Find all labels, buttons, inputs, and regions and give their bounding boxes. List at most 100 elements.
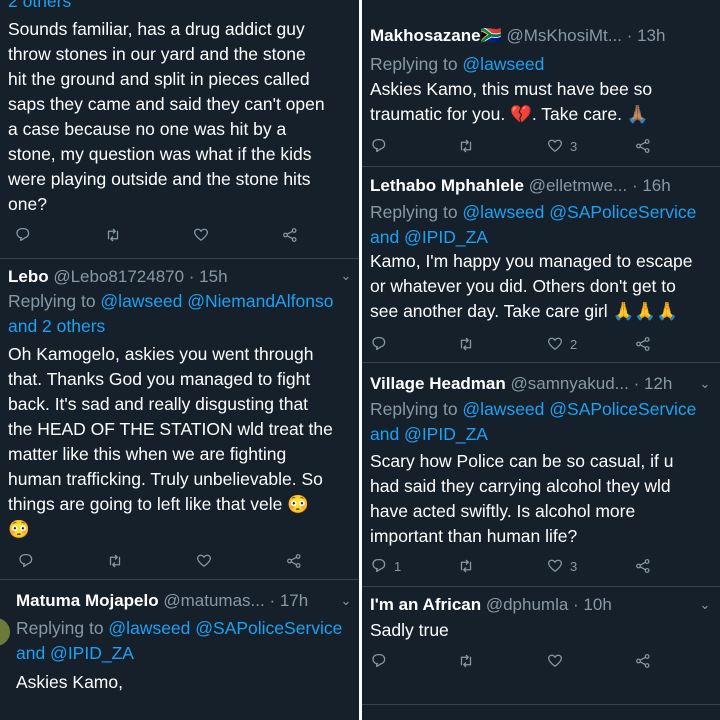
mention-link[interactable]: and @IPID_ZA	[16, 643, 134, 663]
share-button[interactable]	[634, 134, 652, 158]
tweet-actions	[0, 549, 359, 573]
tweet[interactable]: Lethabo Mphahlele @elletmwe... · 16h Rep…	[362, 167, 720, 362]
timestamp[interactable]: · 17h	[269, 591, 308, 610]
user-handle[interactable]: @Lebo81724870	[53, 267, 184, 286]
mention-link[interactable]: @lawseed @SAPoliceService	[108, 618, 342, 638]
share-button[interactable]	[281, 223, 299, 247]
tweet-header: Village Headman @samnyakud... · 12h	[370, 372, 692, 396]
mention-link[interactable]: and @IPID_ZA	[370, 227, 488, 247]
tweet[interactable]: I'm an African @dphumla · 10h ⌄ Sadly tr…	[362, 587, 720, 720]
like-button[interactable]	[192, 223, 210, 247]
like-button[interactable]	[195, 549, 213, 573]
retweet-icon	[460, 337, 472, 351]
reply-icon	[372, 653, 386, 668]
tweet[interactable]: Lebo @Lebo81724870 · 15h ⌄ Replying to @…	[0, 259, 359, 579]
share-icon	[636, 139, 650, 153]
display-name[interactable]: Lethabo Mphahlele	[370, 176, 524, 195]
share-button[interactable]	[634, 332, 652, 356]
retweet-icon	[460, 654, 472, 668]
reply-button[interactable]: 1	[370, 554, 401, 578]
reply-icon	[372, 558, 386, 573]
retweet-button[interactable]	[457, 332, 475, 356]
share-icon	[636, 559, 650, 573]
like-count: 3	[570, 138, 578, 154]
timestamp[interactable]: · 16h	[632, 176, 671, 195]
user-handle[interactable]: @matumas...	[163, 591, 264, 610]
tweet-header: Lethabo Mphahlele @elletmwe... · 16h	[370, 174, 708, 198]
tweet-text: Kamo, I'm happy you managed to escape or…	[370, 251, 693, 321]
reply-icon	[372, 336, 386, 351]
replying-to: Replying to @lawseed @SAPoliceService an…	[370, 202, 697, 247]
display-name[interactable]: Lebo	[8, 267, 49, 286]
like-button[interactable]: 2	[546, 332, 577, 356]
tweet-text: Oh Kamogelo, askies you went through tha…	[8, 344, 333, 539]
user-handle[interactable]: @MsKhosiMt...	[506, 26, 622, 45]
reply-button[interactable]	[14, 223, 32, 247]
display-name[interactable]: Makhosazane🇿🇦	[370, 26, 502, 45]
mention-link[interactable]: @lawseed @NiemandAlfonso	[100, 291, 333, 311]
like-button[interactable]: 3	[546, 554, 577, 578]
tweet[interactable]: Sounds familiar, has a drug addict guy t…	[0, 0, 359, 258]
mention-link[interactable]: @lawseed	[462, 54, 544, 74]
display-name[interactable]: Matuma Mojapelo	[16, 591, 159, 610]
share-icon	[636, 337, 650, 351]
display-name[interactable]: Village Headman	[370, 374, 506, 393]
timestamp[interactable]: · 10h	[573, 595, 612, 614]
tweet-actions	[0, 223, 359, 247]
tweet[interactable]: Matuma Mojapelo @matumas... · 17h ⌄ Repl…	[0, 580, 359, 720]
tweet[interactable]: Village Headman @samnyakud... · 12h ⌄ Re…	[362, 363, 720, 586]
tweet[interactable]: Makhosazane🇿🇦 @MsKhosiMt... · 13h Replyi…	[362, 0, 720, 166]
share-button[interactable]	[285, 549, 303, 573]
like-icon	[547, 559, 563, 572]
retweet-button[interactable]	[104, 223, 122, 247]
share-icon	[636, 654, 650, 668]
display-name[interactable]: I'm an African	[370, 595, 481, 614]
reply-button[interactable]	[370, 134, 388, 158]
share-icon	[283, 228, 297, 242]
chevron-down-icon[interactable]: ⌄	[337, 267, 355, 285]
chevron-down-icon[interactable]: ⌄	[696, 596, 714, 614]
retweet-button[interactable]	[457, 134, 475, 158]
left-screenshot: 2 others Sounds familiar, has a drug add…	[0, 0, 359, 720]
chevron-down-icon[interactable]: ⌄	[337, 592, 355, 610]
user-handle[interactable]: @elletmwe...	[529, 176, 628, 195]
user-handle[interactable]: @dphumla	[486, 595, 568, 614]
tweet-text: Sounds familiar, has a drug addict guy t…	[8, 19, 325, 214]
share-button[interactable]	[634, 554, 652, 578]
reply-button[interactable]	[17, 549, 35, 573]
share-button[interactable]	[634, 649, 652, 673]
mention-link[interactable]: and 2 others	[8, 316, 105, 336]
like-icon	[547, 337, 563, 350]
timestamp[interactable]: · 15h	[189, 267, 228, 286]
tweet-header: Matuma Mojapelo @matumas... · 17h	[16, 589, 331, 613]
replying-to: Replying to @lawseed @SAPoliceService an…	[16, 618, 343, 663]
avatar[interactable]	[0, 618, 10, 646]
retweet-button[interactable]	[457, 649, 475, 673]
tweet-text: Scary how Police can be so casual, if u …	[370, 451, 674, 546]
like-count: 2	[570, 336, 578, 352]
timestamp[interactable]: · 13h	[627, 26, 666, 45]
mention-link[interactable]: and @IPID_ZA	[370, 424, 488, 444]
share-icon	[287, 554, 301, 568]
like-button[interactable]	[546, 649, 564, 673]
like-button[interactable]: 3	[546, 134, 577, 158]
reply-icon	[19, 553, 33, 568]
tweet-header: Makhosazane🇿🇦 @MsKhosiMt... · 13h	[370, 24, 712, 48]
mention-link[interactable]: @lawseed @SAPoliceService	[462, 399, 696, 419]
retweet-icon	[460, 559, 472, 573]
like-icon	[193, 228, 209, 241]
retweet-button[interactable]	[457, 554, 475, 578]
reply-button[interactable]	[370, 649, 388, 673]
replying-to: Replying to @lawseed @NiemandAlfonso and…	[8, 291, 334, 336]
retweet-icon	[107, 228, 119, 242]
retweet-button[interactable]	[106, 549, 124, 573]
tweet-actions: 3	[362, 134, 720, 158]
user-handle[interactable]: @samnyakud...	[510, 374, 628, 393]
chevron-down-icon[interactable]: ⌄	[696, 375, 714, 393]
reply-button[interactable]	[370, 332, 388, 356]
tweet-text: Askies Kamo, this must have bee so traum…	[370, 79, 653, 124]
timestamp[interactable]: · 12h	[634, 374, 673, 393]
mention-link[interactable]: @lawseed @SAPoliceService	[462, 202, 696, 222]
tweet-actions	[362, 649, 720, 673]
retweet-icon	[109, 554, 121, 568]
